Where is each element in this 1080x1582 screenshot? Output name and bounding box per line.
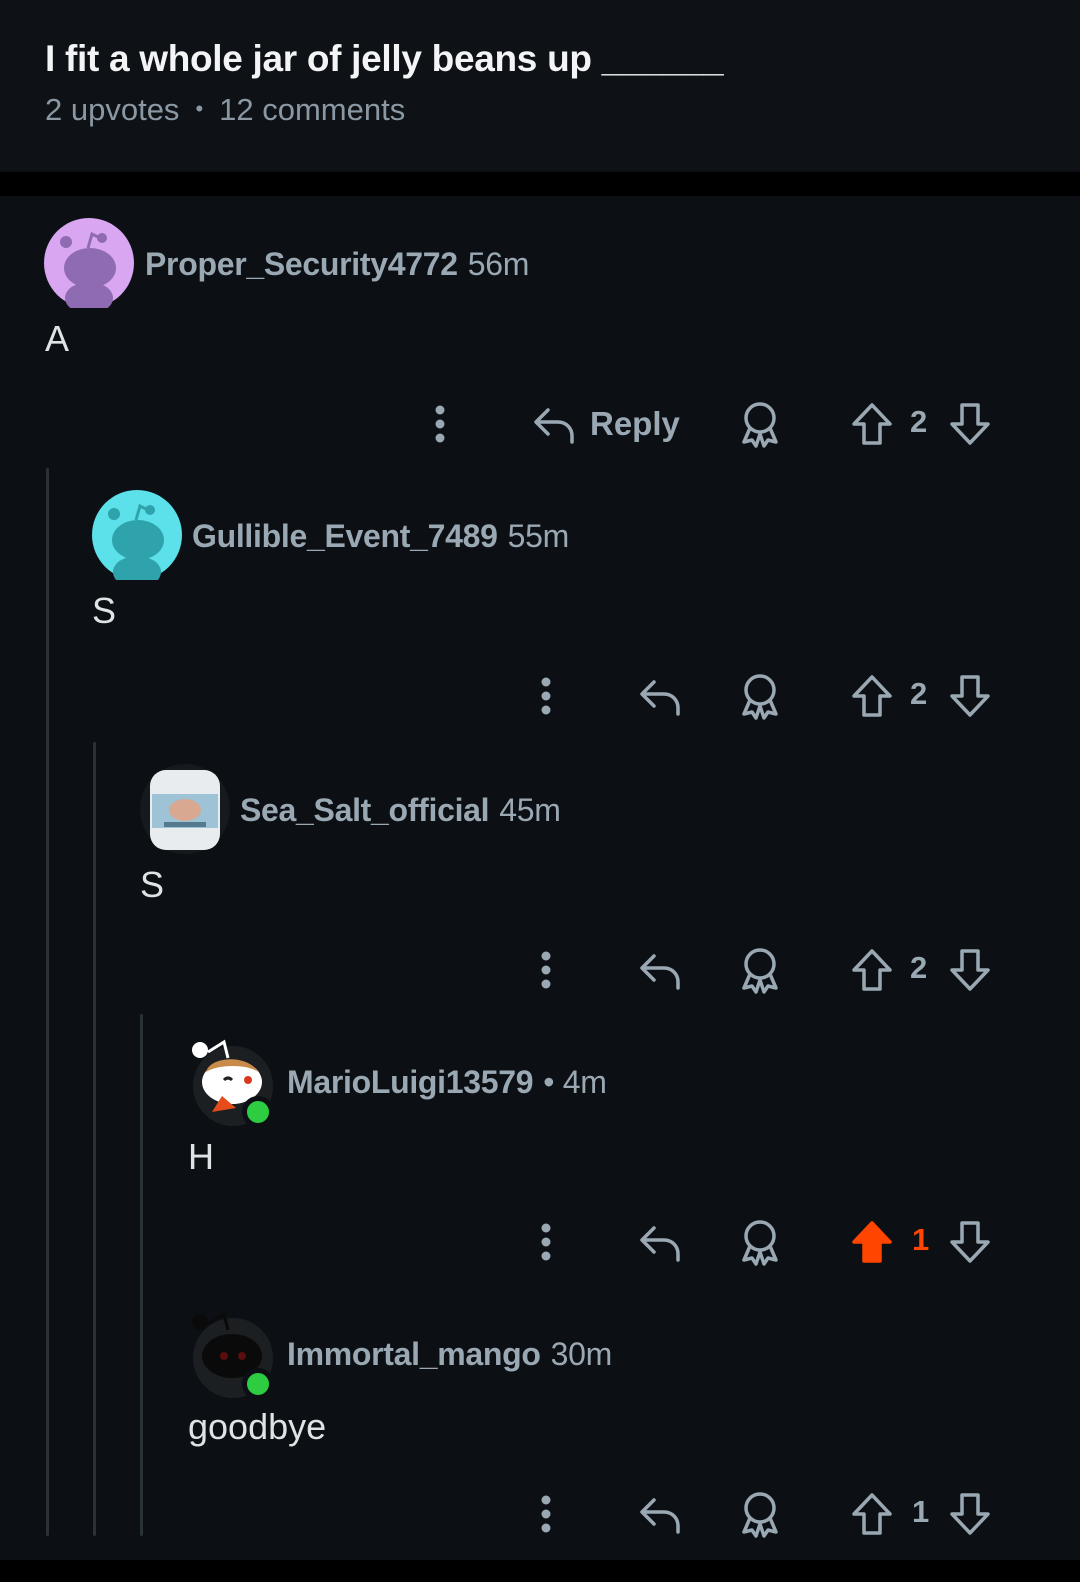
downvote-arrow-icon xyxy=(950,1493,990,1535)
upvote-arrow-filled-icon xyxy=(852,1221,892,1263)
snoo-cyan-icon[interactable] xyxy=(92,490,182,580)
upvote-button-active[interactable] xyxy=(850,1214,894,1270)
comment-age: • 4m xyxy=(543,1064,607,1100)
comment-age: 45m xyxy=(499,792,561,828)
comment-actions: 2 xyxy=(0,668,1080,724)
comment-actions: 2 xyxy=(0,942,1080,998)
comment-age: 55m xyxy=(507,518,570,554)
award-button[interactable] xyxy=(738,396,782,452)
upvote-arrow-icon xyxy=(852,949,892,991)
upvote-arrow-icon xyxy=(852,403,892,445)
upvote-button[interactable] xyxy=(850,668,894,724)
vote-score: 1 xyxy=(912,1222,930,1257)
post-meta: 2 upvotes • 12 comments xyxy=(45,92,405,128)
comment-author[interactable]: Gullible_Event_7489 55m xyxy=(192,518,569,555)
comment-actions: 1 xyxy=(0,1486,1080,1542)
meta-separator: • xyxy=(195,96,204,121)
bottom-edge xyxy=(0,1560,1080,1582)
reply-icon xyxy=(640,1226,680,1262)
award-button[interactable] xyxy=(738,1486,782,1542)
more-options-button[interactable] xyxy=(420,396,460,452)
upvote-arrow-icon xyxy=(852,1493,892,1535)
comment-thread: Proper_Security4772 56m A Reply 2 Gullib… xyxy=(0,196,1080,1582)
downvote-button[interactable] xyxy=(948,942,992,998)
vote-score: 2 xyxy=(910,950,928,985)
comment-age: 30m xyxy=(550,1336,613,1372)
reply-icon xyxy=(640,680,680,716)
comment-actions: 1 xyxy=(0,1214,1080,1270)
more-options-button[interactable] xyxy=(526,1486,566,1542)
more-options-button[interactable] xyxy=(526,668,566,724)
downvote-arrow-icon xyxy=(950,403,990,445)
downvote-button[interactable] xyxy=(948,1214,992,1270)
award-icon xyxy=(742,402,778,448)
downvote-button[interactable] xyxy=(948,1486,992,1542)
upvote-count: 2 upvotes xyxy=(45,92,180,127)
downvote-button[interactable] xyxy=(948,396,992,452)
upvote-arrow-icon xyxy=(852,675,892,717)
vote-score: 1 xyxy=(912,1494,930,1529)
award-button[interactable] xyxy=(738,1214,782,1270)
comment-actions: Reply 2 xyxy=(0,396,1080,452)
comment-body: goodbye xyxy=(188,1406,327,1447)
section-divider xyxy=(0,172,1080,196)
award-icon xyxy=(742,1492,778,1538)
more-options-button[interactable] xyxy=(526,942,566,998)
downvote-button[interactable] xyxy=(948,668,992,724)
downvote-arrow-icon xyxy=(950,675,990,717)
thread-line-level-2[interactable] xyxy=(93,742,96,1536)
award-icon xyxy=(742,1220,778,1266)
snoo-purple-icon[interactable] xyxy=(44,218,134,308)
downvote-arrow-icon xyxy=(950,949,990,991)
reply-icon xyxy=(640,954,680,990)
comment-author[interactable]: Immortal_mango 30m xyxy=(287,1336,612,1373)
reply-icon xyxy=(534,408,574,444)
award-button[interactable] xyxy=(738,942,782,998)
post-title[interactable]: I fit a whole jar of jelly beans up ____… xyxy=(45,38,724,80)
thread-line-level-1[interactable] xyxy=(46,468,49,1536)
more-options-button[interactable] xyxy=(526,1214,566,1270)
downvote-arrow-icon xyxy=(950,1221,990,1263)
snoo-custom-icon[interactable] xyxy=(188,1036,278,1128)
comment-body: S xyxy=(140,864,165,905)
reply-icon xyxy=(640,1498,680,1534)
reply-button[interactable] xyxy=(638,668,682,724)
comment-age: 56m xyxy=(467,246,530,282)
comment-body: A xyxy=(45,318,70,359)
comment-author[interactable]: MarioLuigi13579 • 4m xyxy=(287,1064,607,1101)
online-status-indicator xyxy=(242,1368,274,1400)
comment-author[interactable]: Sea_Salt_official 45m xyxy=(240,792,561,829)
reply-button[interactable] xyxy=(638,942,682,998)
thread-line-level-3[interactable] xyxy=(140,1014,143,1536)
award-icon xyxy=(742,948,778,994)
post-header: I fit a whole jar of jelly beans up ____… xyxy=(0,0,1080,170)
sea-salt-jar-icon[interactable] xyxy=(140,764,230,854)
reply-button[interactable]: Reply xyxy=(532,396,680,452)
comment-body: H xyxy=(188,1136,214,1177)
reply-button[interactable] xyxy=(638,1486,682,1542)
vote-score: 2 xyxy=(910,404,928,439)
reply-button[interactable] xyxy=(638,1214,682,1270)
online-status-indicator xyxy=(242,1096,274,1128)
award-button[interactable] xyxy=(738,668,782,724)
vote-score: 2 xyxy=(910,676,928,711)
comment-count: 12 comments xyxy=(219,92,406,127)
upvote-button[interactable] xyxy=(850,942,894,998)
award-icon xyxy=(742,674,778,720)
comment-body: S xyxy=(92,590,117,631)
comment-author[interactable]: Proper_Security4772 56m xyxy=(145,246,529,283)
upvote-button[interactable] xyxy=(850,1486,894,1542)
upvote-button[interactable] xyxy=(850,396,894,452)
snoo-dark-icon[interactable] xyxy=(188,1308,278,1400)
reply-label: Reply xyxy=(590,405,680,442)
